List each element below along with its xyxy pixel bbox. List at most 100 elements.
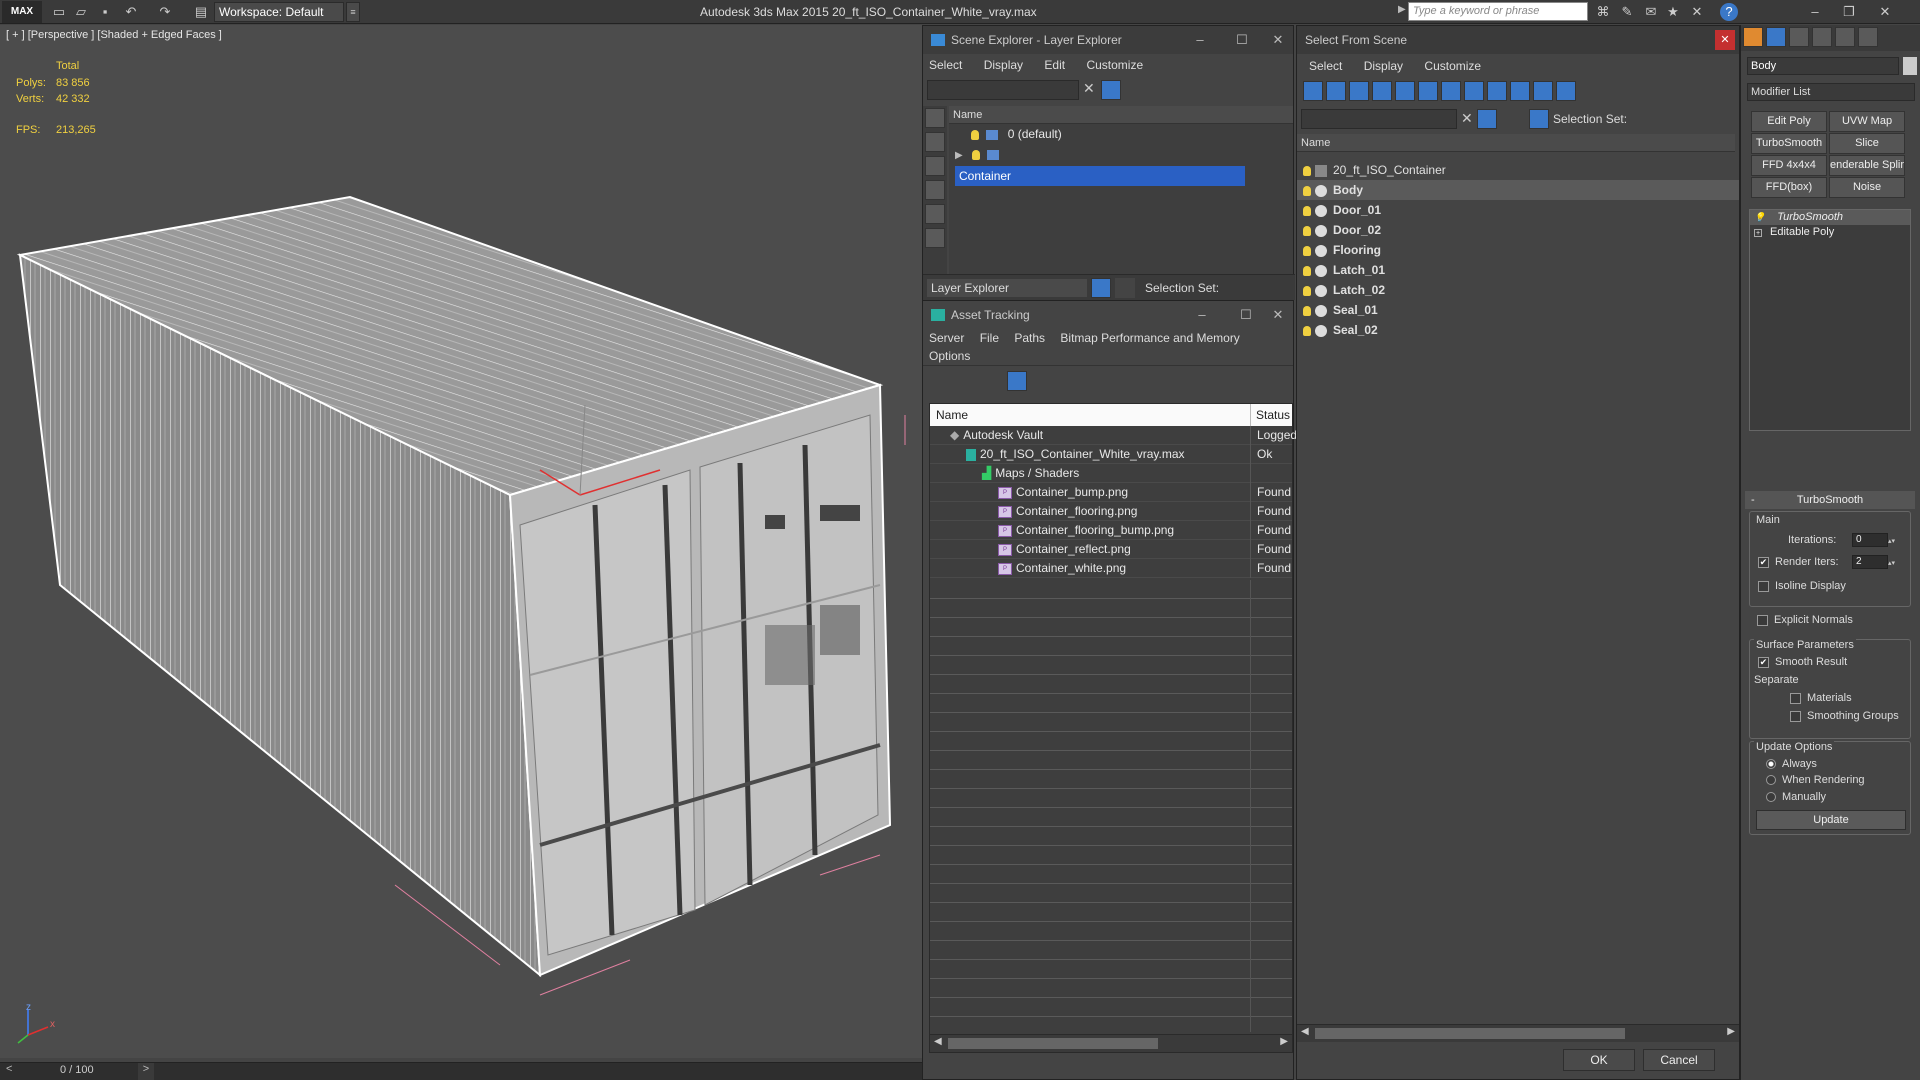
light-bulb-icon[interactable] [1303, 325, 1311, 336]
object-row[interactable]: 20_ft_ISO_Container [1297, 160, 1739, 180]
light-bulb-icon[interactable] [1303, 225, 1311, 236]
binoculars-icon[interactable]: ⌘ [1594, 3, 1612, 21]
undo-icon[interactable]: ↶ [122, 3, 140, 21]
hierarchy-icon[interactable] [1529, 109, 1549, 129]
filter-hidden-icon[interactable] [1556, 81, 1576, 101]
menu-customize[interactable]: Customize [1086, 58, 1143, 72]
help-icon[interactable] [1241, 371, 1261, 391]
close-button[interactable]: ✕ [1715, 30, 1735, 50]
light-bulb-icon[interactable] [1303, 305, 1311, 316]
light-bulb-icon[interactable] [1303, 165, 1311, 176]
settings-icon[interactable] [1265, 371, 1285, 391]
modify-tab-icon[interactable] [1766, 27, 1786, 47]
filter-containers-icon[interactable] [1510, 81, 1530, 101]
cancel-button[interactable]: Cancel [1643, 1049, 1715, 1071]
ok-button[interactable]: OK [1563, 1049, 1635, 1071]
perspective-viewport[interactable]: [ + ] [Perspective ] [Shaded + Edged Fac… [0, 25, 922, 1058]
display-all-icon[interactable] [1588, 81, 1609, 101]
filter-bones-icon[interactable] [1487, 81, 1507, 101]
table-view-icon[interactable] [1007, 371, 1027, 391]
help-icon[interactable]: ? [1720, 3, 1738, 21]
close-tools-icon[interactable]: ✕ [1688, 3, 1706, 21]
next-frame-button[interactable]: > [138, 1063, 154, 1080]
refresh-icon[interactable] [929, 371, 949, 391]
display-cameras-icon[interactable] [925, 180, 945, 200]
sort-layers-icon[interactable] [1091, 278, 1111, 298]
funnel-filter-icon[interactable] [1666, 81, 1687, 101]
filter-spacewarps-icon[interactable] [1418, 81, 1438, 101]
filter-icon[interactable] [1477, 109, 1497, 129]
redo-icon[interactable]: ↷ [156, 3, 174, 21]
iterations-spinner[interactable]: 0 ▴▾ [1852, 532, 1895, 547]
renderable-spline-button[interactable]: enderable Splir [1829, 155, 1905, 176]
filter-geometry-icon[interactable] [1303, 81, 1323, 101]
columns-icon[interactable] [1712, 81, 1733, 101]
menu-file[interactable]: File [980, 331, 999, 345]
object-row[interactable]: Latch_01 [1297, 260, 1739, 280]
edit-poly-button[interactable]: Edit Poly [1751, 111, 1827, 132]
asset-row[interactable]: ▟ Maps / Shaders [930, 464, 1292, 483]
layer-search-input[interactable] [927, 80, 1079, 100]
filter-cameras-icon[interactable] [1372, 81, 1392, 101]
object-row[interactable]: Door_02 [1297, 220, 1739, 240]
display-lights-icon[interactable] [925, 156, 945, 176]
filter-xrefs-icon[interactable] [1464, 81, 1484, 101]
asset-row[interactable]: 20_ft_ISO_Container_White_vray.max Ok [930, 445, 1292, 464]
filter-groups-icon[interactable] [1441, 81, 1461, 101]
layers-icon[interactable] [1501, 109, 1521, 129]
remove-modifier-icon[interactable] [1818, 439, 1838, 459]
asset-row[interactable]: P Container_flooring.png Found [930, 502, 1292, 521]
menu-bitmap-performance[interactable]: Bitmap Performance and Memory [1060, 331, 1239, 345]
time-slider[interactable]: < 0 / 100 > [0, 1062, 922, 1080]
col-name-header[interactable]: Name [930, 408, 968, 422]
uvw-map-button[interactable]: UVW Map [1829, 111, 1905, 132]
filter-frozen-icon[interactable] [1533, 81, 1553, 101]
project-folder-icon[interactable]: ▤ [192, 3, 210, 21]
utilities-tab-icon[interactable] [1858, 27, 1878, 47]
layer-explorer-title-bar[interactable]: Scene Explorer - Layer Explorer – ☐ ✕ [923, 26, 1293, 54]
filter-helpers-icon[interactable] [1395, 81, 1415, 101]
display-geometry-icon[interactable] [925, 108, 945, 128]
open-file-icon[interactable]: ▱ [72, 3, 90, 21]
menu-select[interactable]: Select [1309, 59, 1342, 73]
smoothing-groups-checkbox[interactable]: Smoothing Groups [1790, 710, 1899, 722]
make-unique-icon[interactable] [1795, 439, 1815, 459]
turbosmooth-button[interactable]: TurboSmooth [1751, 133, 1827, 154]
menu-display[interactable]: Display [1364, 59, 1403, 73]
configure-sets-icon[interactable] [1857, 439, 1877, 459]
pin-stack-icon[interactable] [1749, 439, 1769, 459]
object-row[interactable]: Flooring [1297, 240, 1739, 260]
minimize-button[interactable]: – [1185, 301, 1219, 329]
asset-hscrollbar[interactable]: ◀ ▶ [930, 1034, 1292, 1052]
object-hscrollbar[interactable]: ◀ ▶ [1297, 1024, 1739, 1042]
light-bulb-icon[interactable] [1303, 185, 1311, 196]
explorer-type-dropdown[interactable]: Layer Explorer [927, 279, 1087, 297]
materials-checkbox[interactable]: Materials [1790, 692, 1852, 704]
search-expand-icon[interactable]: ▶ [1398, 4, 1406, 15]
hierarchy-filter-icon[interactable] [1689, 81, 1710, 101]
filter-lights-icon[interactable] [1349, 81, 1369, 101]
object-row[interactable]: Seal_02 [1297, 320, 1739, 340]
asset-row[interactable]: P Container_flooring_bump.png Found [930, 521, 1292, 540]
stack-item-turbosmooth[interactable]: 💡 TurboSmooth [1750, 210, 1910, 225]
prev-frame-button[interactable]: < [6, 1063, 12, 1075]
ffd-4x4x4-button[interactable]: FFD 4x4x4 [1751, 155, 1827, 176]
scroll-right-icon[interactable]: ▶ [1280, 1036, 1288, 1047]
layer-row-default[interactable]: 0 (default) [949, 124, 1293, 144]
menu-customize[interactable]: Customize [1424, 59, 1481, 73]
object-name-field[interactable]: Body [1747, 57, 1899, 75]
light-bulb-icon[interactable] [1303, 285, 1311, 296]
display-invert-icon[interactable] [1634, 81, 1655, 101]
asset-row[interactable]: P Container_bump.png Found [930, 483, 1292, 502]
turbosmooth-rollout-header[interactable]: - TurboSmooth [1745, 491, 1915, 509]
light-bulb-icon[interactable] [1303, 245, 1311, 256]
stack-item-editable-poly[interactable]: + Editable Poly [1750, 225, 1910, 240]
light-bulb-icon[interactable] [971, 129, 979, 140]
object-row[interactable]: Body [1297, 180, 1739, 200]
asset-row[interactable]: ◆ Autodesk Vault Logged [930, 426, 1297, 445]
restore-button[interactable]: ❐ [1834, 2, 1864, 22]
menu-display[interactable]: Display [984, 58, 1023, 72]
when-rendering-radio[interactable]: When Rendering [1766, 774, 1865, 786]
display-spacewarps-icon[interactable] [925, 228, 945, 248]
col-status-header[interactable]: Status [1250, 404, 1290, 426]
